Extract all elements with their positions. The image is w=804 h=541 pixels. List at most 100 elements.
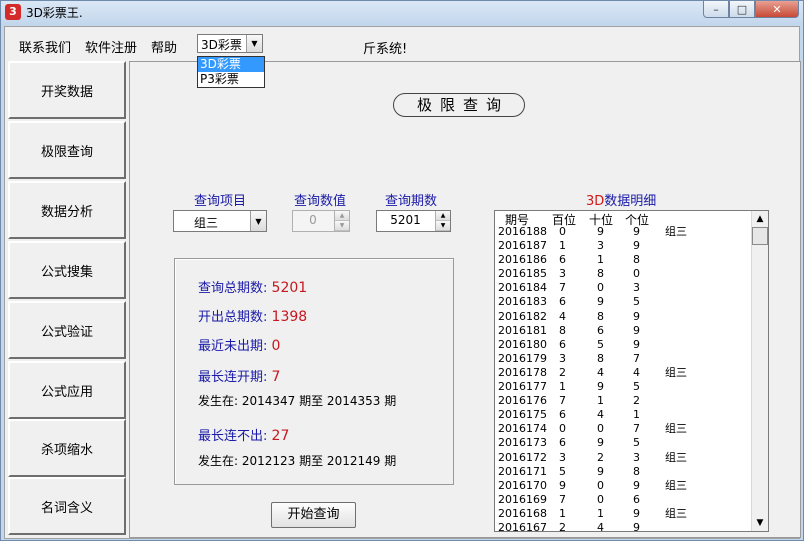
sidebar-item-draw-data[interactable]: 开奖数据 (8, 61, 126, 119)
cell-period: 2016183 (498, 295, 547, 309)
list-item[interactable]: 2016185 3 8 0 (495, 267, 751, 281)
cell-hundreds: 6 (559, 436, 566, 450)
sidebar-item-kill-shrink[interactable]: 杀项缩水 (8, 419, 126, 477)
cell-hundreds: 0 (559, 225, 566, 238)
list-item[interactable]: 2016182 4 8 9 (495, 310, 751, 324)
cell-hundreds: 7 (559, 492, 566, 506)
sidebar-item-formula-verify[interactable]: 公式验证 (8, 301, 126, 359)
cell-period: 2016168 (498, 506, 547, 520)
lottery-type-select[interactable]: 3D彩票 ▼ (197, 34, 263, 53)
list-item[interactable]: 2016186 6 1 8 (495, 253, 751, 267)
lottery-type-value: 3D彩票 (201, 38, 242, 52)
cell-units: 1 (633, 408, 640, 422)
dropdown-option-3d[interactable]: 3D彩票 (198, 57, 264, 72)
cell-units: 3 (633, 281, 640, 295)
scroll-down-icon[interactable]: ▼ (752, 515, 768, 531)
start-query-button[interactable]: 开始查询 (271, 502, 356, 528)
list-item[interactable]: 2016169 7 0 6 (495, 493, 751, 507)
list-item[interactable]: 2016172 3 2 3 组三 (495, 451, 751, 465)
cell-hundreds: 4 (559, 309, 566, 323)
sidebar-item-glossary[interactable]: 名词含义 (8, 477, 126, 535)
cell-pattern: 组三 (665, 365, 687, 379)
cell-period: 2016179 (498, 351, 547, 365)
app-window: 3 3D彩票王. – □ ✕ 联系我们 软件注册 帮助 3D彩票 ▼ 斤系统! … (0, 0, 804, 541)
detail-title-prefix: 3D (586, 194, 605, 209)
cell-units: 9 (633, 323, 640, 337)
list-item[interactable]: 2016184 7 0 3 (495, 281, 751, 295)
chevron-down-icon[interactable]: ▼ (246, 35, 262, 52)
list-item[interactable]: 2016175 6 4 1 (495, 408, 751, 422)
menu-contact-us[interactable]: 联系我们 (19, 37, 71, 56)
list-item[interactable]: 2016188 0 9 9 组三 (495, 225, 751, 239)
stat-total-hits-value: 1398 (271, 309, 308, 325)
stat-longest-gap-label: 最长连不出: (198, 429, 268, 444)
list-item[interactable]: 2016177 1 9 5 (495, 380, 751, 394)
minimize-button[interactable]: – (703, 1, 729, 18)
list-item[interactable]: 2016187 1 3 9 (495, 239, 751, 253)
cell-units: 9 (633, 520, 640, 532)
chevron-down-icon[interactable]: ▼ (250, 211, 266, 231)
cell-hundreds: 5 (559, 464, 566, 478)
list-item[interactable]: 2016181 8 6 9 (495, 324, 751, 338)
list-item[interactable]: 2016178 2 4 4 组三 (495, 366, 751, 380)
scroll-thumb[interactable] (752, 227, 768, 245)
sidebar-item-formula-apply[interactable]: 公式应用 (8, 361, 126, 419)
cell-period: 2016175 (498, 408, 547, 422)
list-item[interactable]: 2016179 3 8 7 (495, 352, 751, 366)
cell-units: 9 (633, 239, 640, 253)
stepper-down-icon[interactable]: ▼ (436, 221, 450, 231)
list-item[interactable]: 2016176 7 1 2 (495, 394, 751, 408)
cell-hundreds: 1 (559, 506, 566, 520)
cell-tens: 9 (597, 380, 604, 394)
cell-units: 8 (633, 253, 640, 267)
cell-units: 9 (633, 478, 640, 492)
cell-period: 2016177 (498, 380, 547, 394)
cell-hundreds: 9 (559, 478, 566, 492)
list-item[interactable]: 2016170 9 0 9 组三 (495, 479, 751, 493)
cell-tens: 5 (597, 337, 604, 351)
cell-pattern: 组三 (665, 225, 687, 238)
maximize-button[interactable]: □ (729, 1, 755, 18)
close-button[interactable]: ✕ (755, 1, 799, 18)
dropdown-option-p3[interactable]: P3彩票 (198, 72, 264, 87)
stat-total-hits-label: 开出总期数: (198, 310, 268, 325)
sidebar-item-data-analysis[interactable]: 数据分析 (8, 181, 126, 239)
detail-title: 3D数据明细 (586, 190, 656, 209)
sidebar-item-formula-collect[interactable]: 公式搜集 (8, 241, 126, 299)
query-value-stepper[interactable]: 0 ▲ ▼ (292, 210, 350, 232)
list-item[interactable]: 2016168 1 1 9 组三 (495, 507, 751, 521)
query-periods-label: 查询期数 (385, 194, 438, 209)
list-item[interactable]: 2016173 6 9 5 (495, 436, 751, 450)
query-item-select[interactable]: 组三 ▼ (173, 210, 267, 232)
query-value-label: 查询数值 (294, 194, 347, 209)
cell-tens: 2 (597, 450, 604, 464)
list-item[interactable]: 2016180 6 5 9 (495, 338, 751, 352)
window-title: 3D彩票王. (26, 6, 83, 20)
list-item[interactable]: 2016174 0 0 7 组三 (495, 422, 751, 436)
query-item-value: 组三 (194, 216, 219, 230)
cell-tens: 0 (597, 492, 604, 506)
query-periods-stepper[interactable]: 5201 ▲ ▼ (376, 210, 451, 232)
cell-period: 2016187 (498, 239, 547, 253)
maximize-icon: □ (736, 2, 748, 16)
scroll-up-icon[interactable]: ▲ (752, 211, 768, 227)
cell-units: 6 (633, 492, 640, 506)
list-item[interactable]: 2016183 6 9 5 (495, 295, 751, 309)
list-item[interactable]: 2016167 2 4 9 (495, 520, 751, 532)
stepper-up-icon[interactable]: ▲ (436, 211, 450, 221)
menu-register[interactable]: 软件注册 (85, 37, 137, 56)
menu-help[interactable]: 帮助 (151, 37, 177, 56)
cell-tens: 6 (597, 323, 604, 337)
cell-units: 9 (633, 309, 640, 323)
detail-listbox[interactable]: 期号 百位 十位 个位 2016188 0 9 9 组三 2016187 1 3 9 201618… (494, 210, 769, 532)
list-item[interactable]: 2016171 5 9 8 (495, 465, 751, 479)
stepper-down-icon[interactable]: ▼ (335, 221, 349, 231)
vertical-scrollbar[interactable]: ▲ ▼ (751, 211, 768, 531)
menu-bar: 联系我们 软件注册 帮助 3D彩票 ▼ 斤系统! (5, 27, 799, 61)
cell-period: 2016171 (498, 464, 547, 478)
cell-hundreds: 6 (559, 337, 566, 351)
cell-units: 5 (633, 380, 640, 394)
stepper-up-icon[interactable]: ▲ (335, 211, 349, 221)
sidebar-item-extreme-query[interactable]: 极限查询 (8, 121, 126, 179)
title-bar[interactable]: 3 3D彩票王. – □ ✕ (1, 1, 803, 23)
